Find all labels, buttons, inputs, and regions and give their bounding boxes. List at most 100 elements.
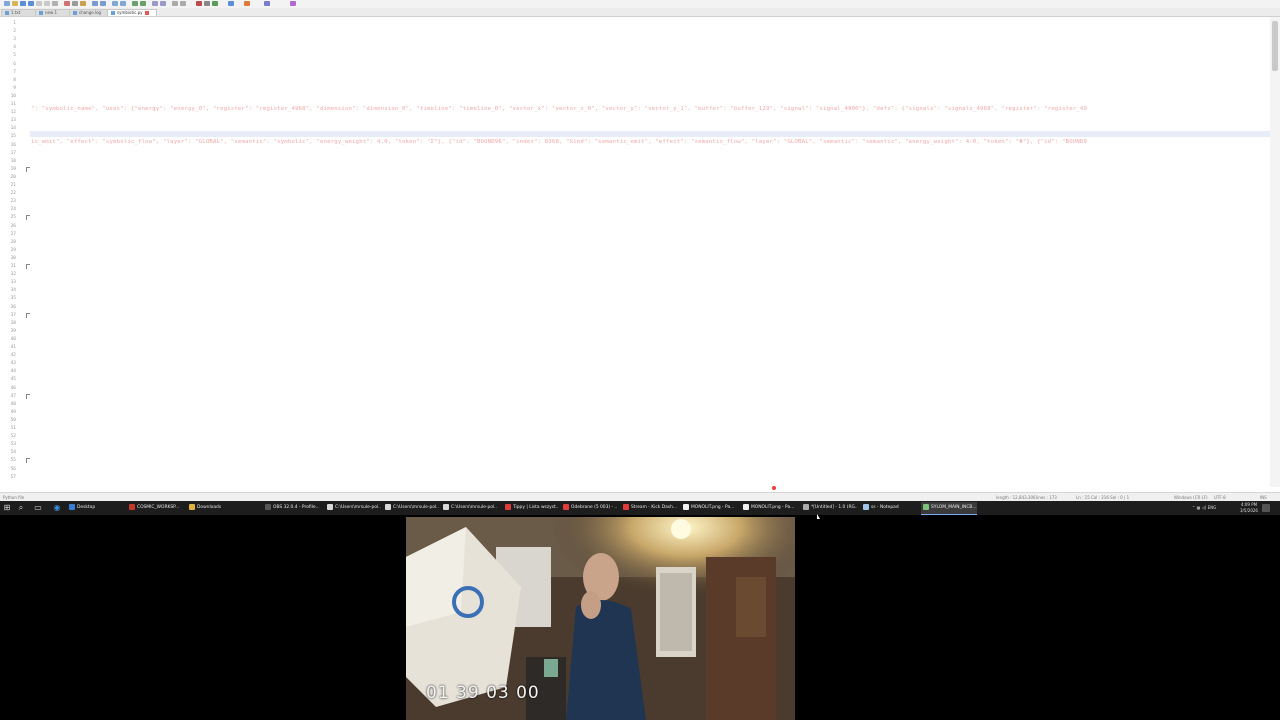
windows-start-icon[interactable]: ⊞ bbox=[3, 504, 11, 512]
app-icon bbox=[863, 503, 869, 510]
taskbar-app-button[interactable]: COSMIC_WORKSP... bbox=[127, 502, 183, 514]
fold-marker-icon[interactable] bbox=[26, 458, 30, 464]
system-tray: ⌃ ▦ ◁) ENG bbox=[1192, 501, 1216, 515]
line-number: 45 bbox=[10, 377, 16, 383]
open-file-icon[interactable] bbox=[12, 1, 18, 6]
zoom-in-icon[interactable] bbox=[132, 1, 138, 6]
scrollbar-thumb[interactable] bbox=[1272, 21, 1278, 71]
line-number: 37 bbox=[10, 312, 16, 318]
line-number: 24 bbox=[10, 207, 16, 213]
taskbar-app-button[interactable]: Stream - Kick Dash... bbox=[621, 502, 677, 514]
save-all-icon[interactable] bbox=[28, 1, 34, 6]
line-number: 19 bbox=[10, 166, 16, 172]
cursor-highlight-dot bbox=[772, 486, 776, 490]
code-line-11[interactable]: ": "symbolic_name", "uses": {"energy": "… bbox=[31, 106, 1271, 113]
taskbar-clock[interactable]: 4:09 PM 3/5/2026 bbox=[1236, 502, 1262, 514]
line-number: 46 bbox=[10, 385, 16, 391]
play-macro-icon[interactable] bbox=[212, 1, 218, 6]
taskbar-app-label: Odebrane (5 003) - ... bbox=[571, 505, 617, 510]
stop-macro-icon[interactable] bbox=[204, 1, 210, 6]
tab-label: symbiotic.py bbox=[117, 10, 143, 15]
show-all-chars-icon[interactable] bbox=[172, 1, 178, 6]
cut-icon[interactable] bbox=[64, 1, 70, 6]
taskbar-app-label: ss - Notepad bbox=[871, 505, 899, 510]
copy-icon[interactable] bbox=[72, 1, 78, 6]
save-macro-icon[interactable] bbox=[228, 1, 234, 6]
taskbar-app-button[interactable]: *[Untitled] - 1.0 (RG... bbox=[801, 502, 857, 514]
line-number: 15 bbox=[10, 134, 16, 140]
tray-chevron-icon[interactable]: ⌃ bbox=[1192, 505, 1195, 510]
taskbar-app-button[interactable]: C:\Users\mrsule-pol... bbox=[383, 502, 439, 514]
search-icon[interactable]: ⌕ bbox=[17, 504, 25, 512]
taskbar-app-button[interactable]: OBS 32.0.4 - Profile... bbox=[263, 502, 319, 514]
function-list-icon[interactable] bbox=[290, 1, 296, 6]
taskbar-app-label: C:\Users\mrsule-pol... bbox=[393, 505, 439, 510]
taskbar-app-button[interactable]: ss - Notepad bbox=[861, 502, 917, 514]
tray-lang[interactable]: ENG bbox=[1208, 505, 1217, 510]
app-icon bbox=[129, 503, 135, 510]
taskbar-app-button[interactable]: Downloads bbox=[187, 502, 243, 514]
document-tab[interactable]: change.log bbox=[69, 9, 109, 16]
taskbar-app-label: C:\Users\mrsule-pol... bbox=[451, 505, 497, 510]
indent-guide-icon[interactable] bbox=[180, 1, 186, 6]
line-number: 31 bbox=[10, 264, 16, 269]
document-tab[interactable]: 1.txt bbox=[1, 9, 37, 16]
taskbar-app-button[interactable]: MONOLIT.png - Pa... bbox=[741, 502, 797, 514]
save-icon[interactable] bbox=[20, 1, 26, 6]
taskbar-app-button[interactable]: Odebrane (5 003) - ... bbox=[561, 502, 617, 514]
code-line-16[interactable]: ic_emit", "effect": "symbolic_flow", "la… bbox=[31, 139, 1271, 146]
line-number: 6 bbox=[13, 61, 16, 67]
paste-icon[interactable] bbox=[80, 1, 86, 6]
zoom-out-icon[interactable] bbox=[140, 1, 146, 6]
line-number: 38 bbox=[10, 320, 16, 326]
close-tab-icon[interactable] bbox=[144, 11, 149, 15]
code-editor[interactable]: 1 2 3 4 5 6 7 8 9 10 11 12 13 14 15 16 17 18 19 20 21 22 23 24 2… bbox=[0, 17, 1272, 487]
plugin-icon[interactable] bbox=[244, 1, 250, 6]
fold-marker-icon[interactable] bbox=[26, 166, 30, 172]
undo-icon[interactable] bbox=[92, 1, 98, 6]
taskbar-app-label: C:\Users\mrsule-pol... bbox=[335, 505, 381, 510]
taskbar-app-button[interactable]: C:\Users\mrsule-pol... bbox=[441, 502, 497, 514]
find-icon[interactable] bbox=[112, 1, 118, 6]
line-number: 39 bbox=[10, 328, 16, 334]
fold-marker-icon[interactable] bbox=[26, 393, 30, 399]
document-tab-active[interactable]: symbiotic.py bbox=[107, 9, 157, 16]
document-tab[interactable]: new 1 bbox=[35, 9, 71, 16]
file-icon bbox=[39, 11, 43, 15]
fold-marker-icon[interactable] bbox=[26, 312, 30, 318]
sync-scroll-icon[interactable] bbox=[152, 1, 158, 6]
line-number: 30 bbox=[10, 255, 16, 261]
print-icon[interactable] bbox=[52, 1, 58, 6]
task-view-icon[interactable]: ▭ bbox=[34, 504, 42, 512]
app-icon bbox=[743, 503, 749, 510]
line-number: 36 bbox=[10, 304, 16, 310]
fold-marker-icon[interactable] bbox=[26, 264, 30, 269]
taskbar-app-label: Downloads bbox=[197, 505, 222, 510]
record-macro-icon[interactable] bbox=[196, 1, 202, 6]
taskbar-app-button[interactable]: C:\Users\mrsule-pol... bbox=[325, 502, 381, 514]
line-number: 35 bbox=[10, 296, 16, 302]
redo-icon[interactable] bbox=[100, 1, 106, 6]
replace-icon[interactable] bbox=[120, 1, 126, 6]
volume-icon[interactable]: ◁) bbox=[1202, 505, 1207, 510]
line-number: 57 bbox=[10, 474, 16, 480]
fold-marker-icon[interactable] bbox=[26, 215, 30, 221]
vertical-scrollbar[interactable] bbox=[1270, 17, 1280, 487]
taskbar-app-button[interactable]: Tippy | Lista wszyst... bbox=[503, 502, 559, 514]
network-icon[interactable]: ▦ bbox=[1197, 505, 1201, 510]
line-number: 53 bbox=[10, 442, 16, 448]
new-file-icon[interactable] bbox=[4, 1, 10, 6]
monitor-icon[interactable] bbox=[264, 1, 270, 6]
taskbar-app-button[interactable]: SYLOM_MAIN_INCB... bbox=[921, 502, 977, 515]
edge-browser-icon[interactable]: ◉ bbox=[53, 504, 61, 512]
line-number: 40 bbox=[10, 336, 16, 342]
close-all-icon[interactable] bbox=[44, 1, 50, 6]
taskbar-app-button[interactable]: Desktop bbox=[67, 502, 123, 514]
clock-date: 3/5/2026 bbox=[1240, 508, 1258, 513]
line-number: 50 bbox=[10, 417, 16, 423]
close-icon[interactable] bbox=[36, 1, 42, 6]
taskbar-app-label: Stream - Kick Dash... bbox=[631, 505, 677, 510]
taskbar-app-button[interactable]: MONOLIT.png - Pa... bbox=[681, 502, 737, 514]
notification-icon[interactable] bbox=[1262, 504, 1270, 512]
word-wrap-icon[interactable] bbox=[160, 1, 166, 6]
